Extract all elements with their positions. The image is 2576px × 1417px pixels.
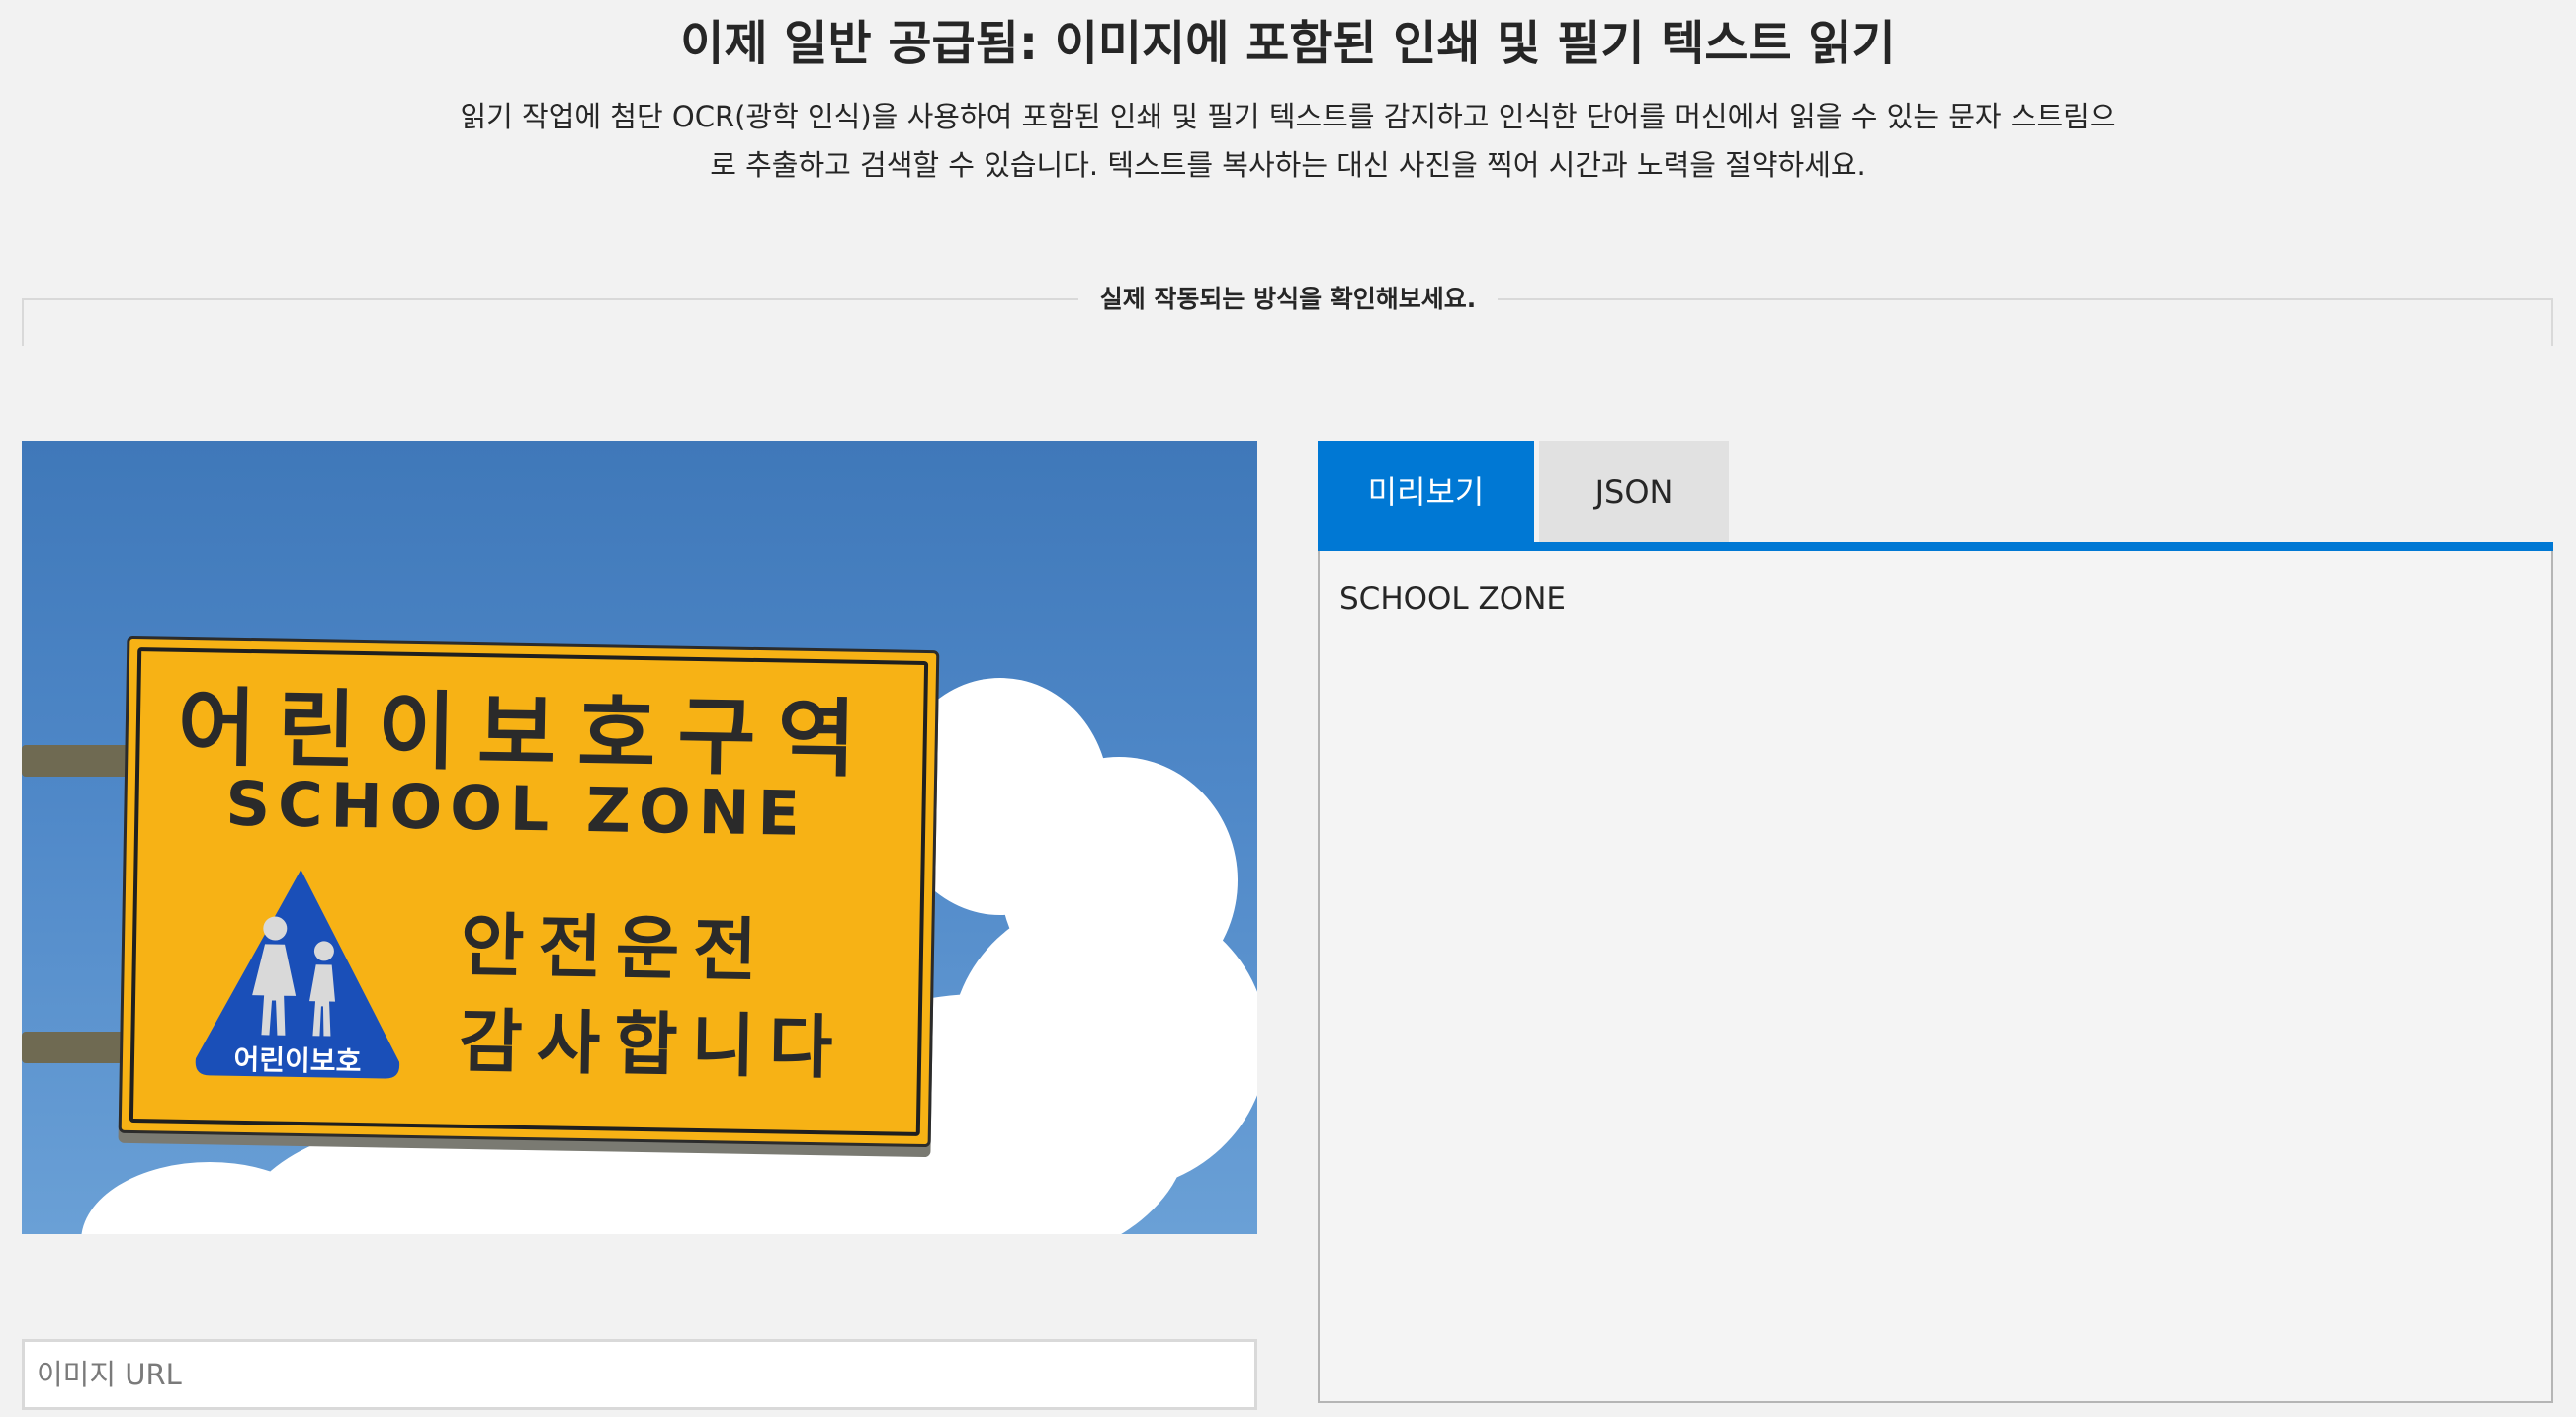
page-title: 이제 일반 공급됨: 이미지에 포함된 인쇄 및 필기 텍스트 읽기: [680, 16, 1896, 71]
sign-pole: [22, 1032, 130, 1063]
page-description: 읽기 작업에 첨단 OCR(광학 인식)을 사용하여 포함된 인쇄 및 필기 텍…: [460, 100, 2116, 182]
image-url-input[interactable]: [22, 1339, 1257, 1410]
sign-english-text: SCHOOL ZONE: [224, 767, 809, 850]
triangle-label: 어린이보호: [233, 1042, 362, 1079]
active-tab-underline: [1318, 542, 2553, 551]
school-zone-sign: 어린이보호구역 SCHOOL ZONE 어린이보호 안전운전 감사합니다: [118, 635, 940, 1148]
sign-line-1: 안전운전: [460, 904, 772, 992]
tab-json[interactable]: JSON: [1539, 441, 1729, 543]
demo-section-label: 실제 작동되는 방식을 확인해보세요.: [1077, 283, 1499, 316]
page: 이제 일반 공급됨: 이미지에 포함된 인쇄 및 필기 텍스트 읽기 읽기 작업…: [0, 0, 2576, 1417]
result-output-panel[interactable]: SCHOOL ZONE: [1318, 551, 2553, 1403]
demo-section-heading: 실제 작동되는 방식을 확인해보세요.: [0, 283, 2576, 316]
tab-preview[interactable]: 미리보기: [1318, 441, 1534, 543]
sign-pole: [22, 745, 130, 777]
sign-line-2: 감사합니다: [458, 1000, 848, 1089]
sample-image[interactable]: 어린이보호구역 SCHOOL ZONE 어린이보호 안전운전 감사합니다: [22, 441, 1257, 1234]
result-text: SCHOOL ZONE: [1339, 581, 1566, 617]
